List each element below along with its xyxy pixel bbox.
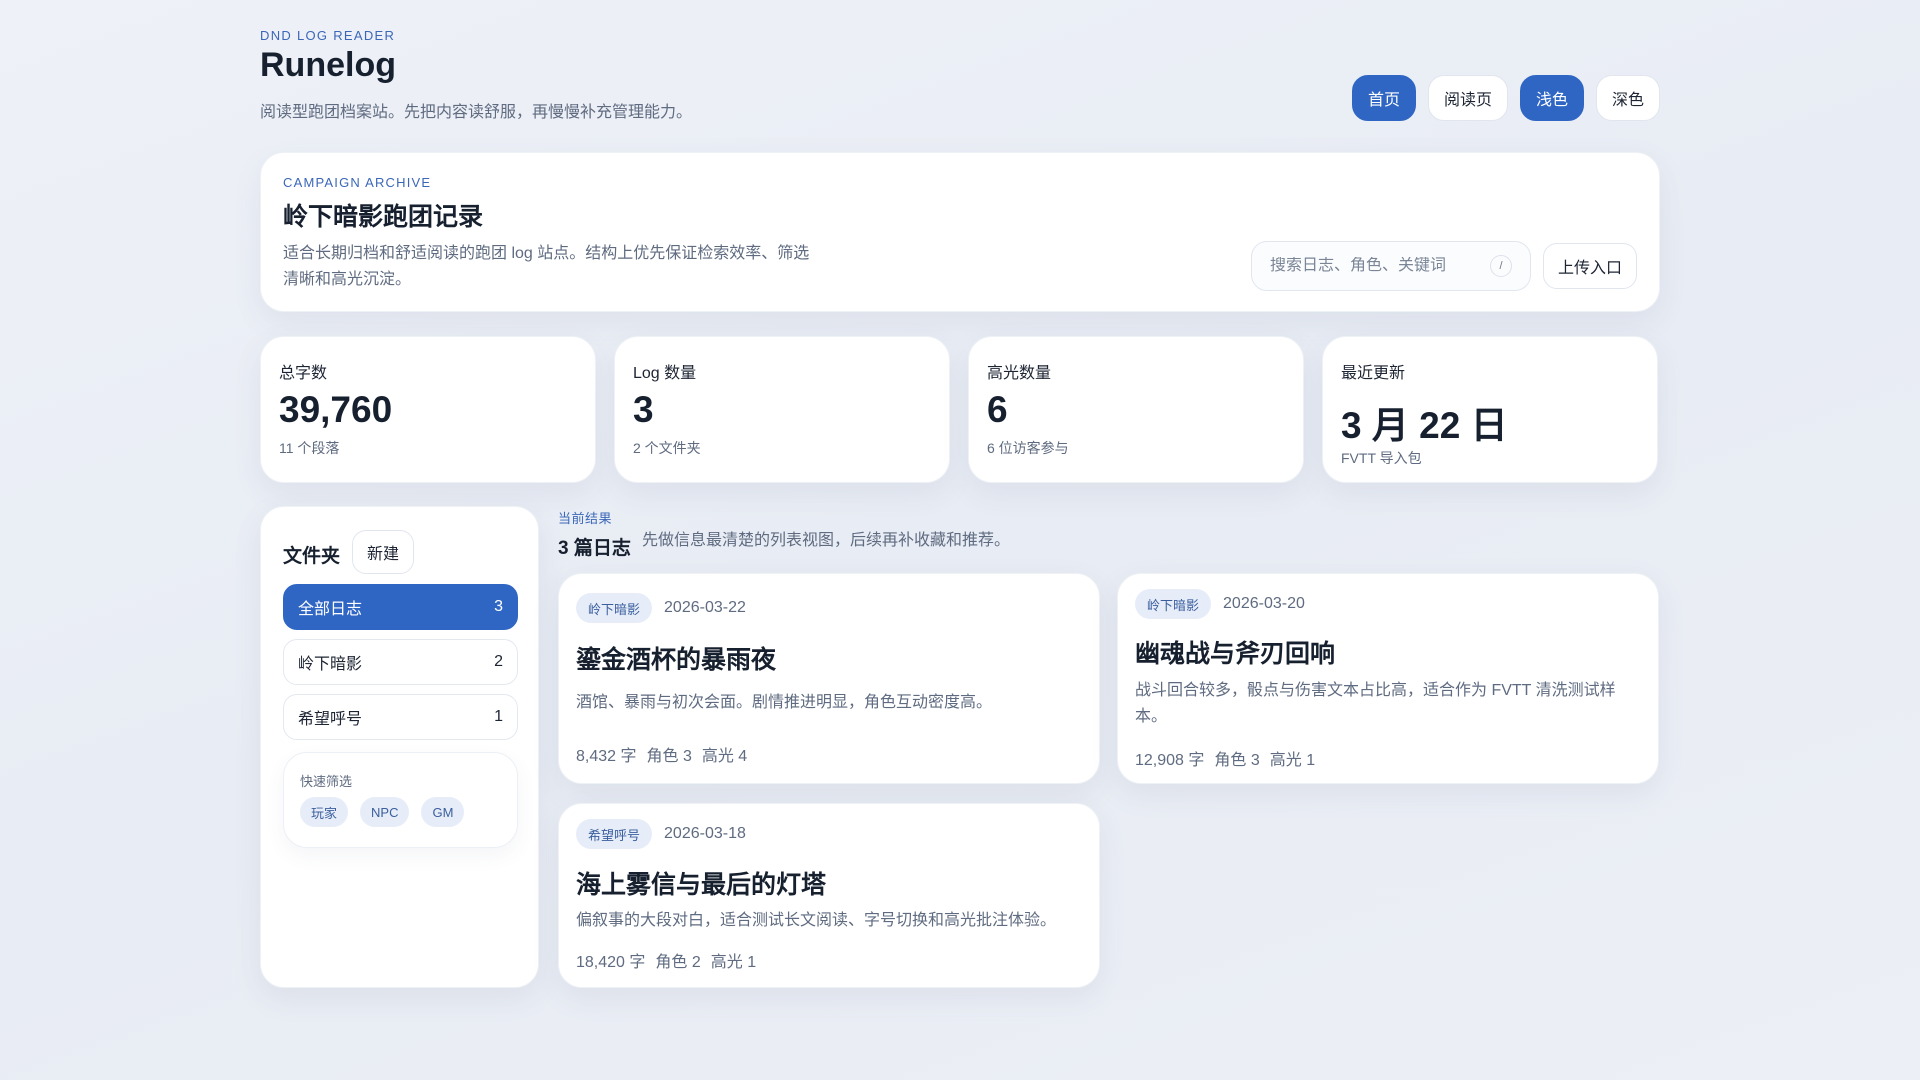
stat-card-total-words: 总字数 39,760 11 个段落 (260, 336, 596, 483)
stat-value: 39,760 (279, 389, 393, 430)
log-title[interactable]: 幽魂战与斧刃回响 (1135, 634, 1335, 670)
log-description: 酒馆、暴雨与初次会面。剧情推进明显，角色互动密度高。 (576, 694, 993, 711)
folder-badge: 岭下暗影 (576, 593, 653, 623)
filter-tag-player[interactable]: 玩家 (300, 797, 349, 827)
word-count: 8,432 字 (576, 748, 637, 765)
folder-badge: 希望呼号 (576, 819, 653, 849)
log-meta: 12,908 字 角色 3 高光 1 (1135, 746, 1315, 770)
stat-note: FVTT 导入包 (1341, 450, 1422, 466)
log-card-header: 岭下暗影 2026-03-20 (1135, 589, 1305, 619)
quick-filter-tags: 玩家 NPC GM (300, 797, 465, 827)
search-input[interactable] (1270, 257, 1490, 275)
folder-name: 全部日志 (298, 601, 363, 618)
folder-name: 希望呼号 (298, 711, 363, 728)
stat-value: 3 月 22 日 (1341, 405, 1508, 446)
site-subtitle: 阅读型跑团档案站。先把内容读舒服，再慢慢补充管理能力。 (260, 104, 693, 121)
log-description: 战斗回合较多，骰点与伤害文本占比高，适合作为 FVTT 清洗测试样本。 (1135, 682, 1616, 725)
log-card[interactable]: 希望呼号 2026-03-18 海上雾信与最后的灯塔 偏叙事的大段对白，适合测试… (558, 803, 1100, 988)
folder-item-hope[interactable]: 希望呼号 1 (283, 694, 518, 740)
log-description: 偏叙事的大段对白，适合测试长文阅读、字号切换和高光批注体验。 (576, 912, 1057, 929)
results-description: 先做信息最清楚的列表视图，后续再补收藏和推荐。 (642, 532, 1011, 549)
role-count: 角色 3 (646, 748, 692, 765)
folder-sidebar: 文件夹 新建 全部日志 3 岭下暗影 2 希望呼号 1 快速筛选 玩家 NPC … (260, 506, 539, 988)
upload-button[interactable]: 上传入口 (1543, 243, 1638, 289)
stat-value: 6 (987, 389, 1008, 430)
campaign-hero-card: CAMPAIGN ARCHIVE 岭下暗影跑团记录 适合长期归档和舒适阅读的跑团… (260, 152, 1660, 312)
stat-card-log-count: Log 数量 3 2 个文件夹 (614, 336, 950, 483)
word-count: 12,908 字 (1135, 752, 1205, 769)
log-date: 2026-03-20 (1223, 595, 1305, 612)
folder-badge: 岭下暗影 (1135, 589, 1212, 619)
stat-label: 高光数量 (987, 365, 1052, 382)
word-count: 18,420 字 (576, 954, 646, 971)
stat-label: 总字数 (279, 365, 328, 382)
folders-heading: 文件夹 (283, 546, 341, 567)
stat-label: Log 数量 (633, 365, 697, 382)
quick-filter-title: 快速筛选 (300, 774, 353, 789)
log-card-header: 岭下暗影 2026-03-22 (576, 593, 746, 623)
stats-row: 总字数 39,760 11 个段落 Log 数量 3 2 个文件夹 高光数量 6… (260, 336, 1660, 483)
folder-item-shadow[interactable]: 岭下暗影 2 (283, 639, 518, 685)
dark-theme-button[interactable]: 深色 (1595, 75, 1660, 121)
site-title[interactable]: Runelog (260, 46, 396, 85)
results-count: 3 篇日志 (558, 538, 631, 559)
folder-count: 1 (494, 708, 503, 725)
log-meta: 18,420 字 角色 2 高光 1 (576, 948, 756, 972)
brand-kicker: DND LOG READER (260, 28, 396, 43)
stat-label: 最近更新 (1341, 365, 1406, 382)
search-box[interactable]: / (1251, 241, 1531, 291)
nav-reader-button[interactable]: 阅读页 (1427, 75, 1508, 121)
log-card[interactable]: 岭下暗影 2026-03-20 幽魂战与斧刃回响 战斗回合较多，骰点与伤害文本占… (1117, 573, 1659, 784)
stat-card-highlights: 高光数量 6 6 位访客参与 (968, 336, 1304, 483)
folder-count: 2 (494, 653, 503, 670)
highlight-count: 高光 4 (701, 748, 748, 765)
quick-filter-panel: 快速筛选 玩家 NPC GM (283, 752, 518, 848)
campaign-title: 岭下暗影跑团记录 (283, 203, 484, 231)
log-date: 2026-03-18 (664, 825, 746, 842)
folder-name: 岭下暗影 (298, 656, 363, 673)
results-kicker: 当前结果 (558, 511, 613, 526)
role-count: 角色 3 (1214, 752, 1260, 769)
stat-note: 6 位访客参与 (987, 440, 1069, 456)
filter-tag-gm[interactable]: GM (421, 797, 465, 827)
log-card-header: 希望呼号 2026-03-18 (576, 819, 746, 849)
filter-tag-npc[interactable]: NPC (360, 797, 410, 827)
role-count: 角色 2 (655, 954, 701, 971)
highlight-count: 高光 1 (710, 954, 757, 971)
folder-count: 3 (494, 598, 503, 615)
campaign-description: 适合长期归档和舒适阅读的跑团 log 站点。结构上优先保证检索效率、筛选清晰和高… (283, 245, 810, 288)
shortcut-hint: / (1490, 255, 1512, 277)
new-folder-button[interactable]: 新建 (352, 530, 415, 574)
nav-home-button[interactable]: 首页 (1351, 75, 1416, 121)
stat-note: 11 个段落 (279, 440, 340, 456)
log-meta: 8,432 字 角色 3 高光 4 (576, 742, 747, 766)
stat-card-last-updated: 最近更新 3 月 22 日 FVTT 导入包 (1322, 336, 1658, 483)
folder-item-all[interactable]: 全部日志 3 (283, 584, 518, 630)
log-title[interactable]: 鎏金酒杯的暴雨夜 (576, 640, 776, 676)
light-theme-button[interactable]: 浅色 (1519, 75, 1584, 121)
highlight-count: 高光 1 (1269, 752, 1316, 769)
hero-kicker: CAMPAIGN ARCHIVE (283, 175, 432, 190)
folder-list: 全部日志 3 岭下暗影 2 希望呼号 1 (283, 575, 518, 740)
stat-note: 2 个文件夹 (633, 440, 701, 456)
top-nav: 首页 阅读页 浅色 深色 (1351, 75, 1660, 121)
log-card[interactable]: 岭下暗影 2026-03-22 鎏金酒杯的暴雨夜 酒馆、暴雨与初次会面。剧情推进… (558, 573, 1100, 784)
log-title[interactable]: 海上雾信与最后的灯塔 (576, 865, 826, 901)
stat-value: 3 (633, 389, 654, 430)
log-date: 2026-03-22 (664, 599, 746, 616)
